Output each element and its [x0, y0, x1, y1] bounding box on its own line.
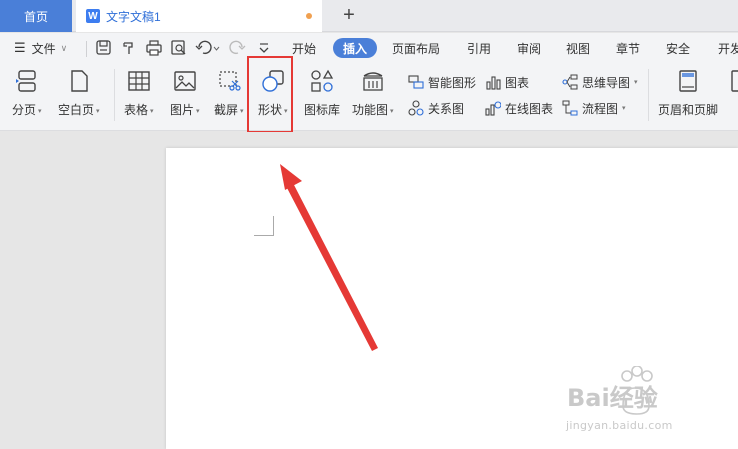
- watermark-url: jingyan.baidu.com: [566, 419, 673, 432]
- watermark-brand-text: Bai经验: [567, 384, 658, 412]
